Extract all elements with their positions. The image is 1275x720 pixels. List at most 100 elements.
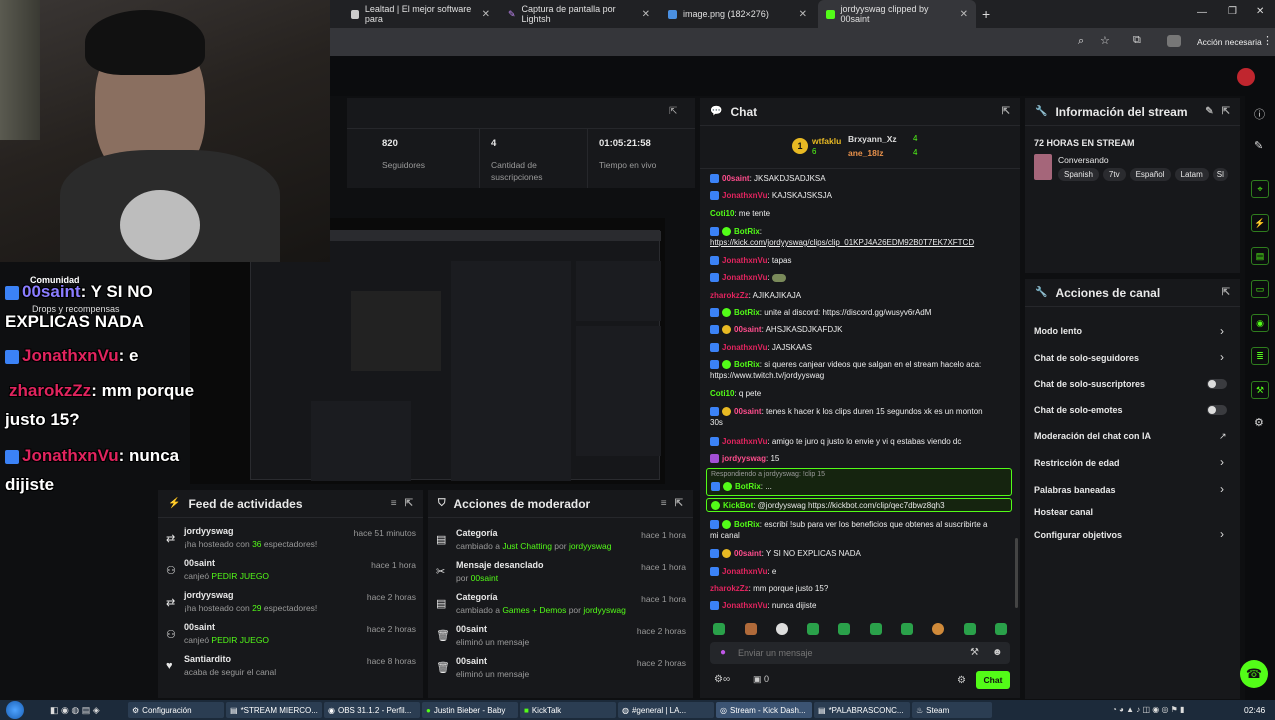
third-gifter[interactable]: ane_18lz (848, 148, 883, 158)
taskbar-item[interactable]: ■ KickTalk (520, 702, 616, 718)
profile-avatar[interactable] (1167, 35, 1181, 47)
browser-tab-active[interactable]: jordyyswag clipped by 00saint ✕ (818, 0, 976, 28)
popout-icon[interactable]: ⇱ (1222, 106, 1230, 117)
browser-tab[interactable]: ✎ Captura de pantalla por Lightsh ✕ (500, 0, 658, 28)
popout-icon[interactable]: ⇱ (1002, 106, 1010, 117)
chat-input-box[interactable]: ● ⚒ ☻ (710, 642, 1010, 664)
tag[interactable]: Spanish (1058, 168, 1099, 181)
chevron-right-icon[interactable]: › (1220, 482, 1224, 496)
emotes-only-toggle[interactable] (1207, 405, 1227, 415)
layers-icon[interactable]: ≣ (1251, 347, 1269, 365)
chat-message: Coti10: q pete (710, 389, 762, 398)
star-icon[interactable]: ☆ (1100, 34, 1110, 47)
emote-icon[interactable] (964, 623, 976, 635)
loop-icon[interactable]: ⚙∞ (714, 674, 730, 685)
tag[interactable]: Latam (1174, 168, 1209, 181)
age-restriction-item[interactable]: Restricción de edad (1034, 458, 1120, 468)
filter-icon[interactable]: ≡ (391, 498, 397, 509)
popout-icon[interactable]: ⇱ (669, 106, 677, 117)
taskbar-item[interactable]: ▤ *PALABRASCONC... (814, 702, 910, 718)
system-tray-icons[interactable]: ◔ ◕ ▲ ♪ ◫ ◉ ◎ ⚑ ▮ (1112, 705, 1184, 714)
emoji-icon[interactable]: ☻ (992, 647, 1003, 658)
banned-words-item[interactable]: Palabras baneadas (1034, 485, 1116, 495)
chevron-right-icon[interactable]: › (1220, 324, 1224, 338)
action-needed-label[interactable]: Acción necesaria (1197, 37, 1262, 47)
edit-icon[interactable]: ✎ (1205, 106, 1213, 117)
chat-message-cont[interactable]: https://www.twitch.tv/jordyyswag (710, 370, 1010, 381)
overlay-line: justo 15? (5, 410, 80, 429)
second-gifter[interactable]: Brxyann_Xz (848, 134, 897, 144)
user-avatar[interactable] (1237, 68, 1255, 86)
taskbar-item[interactable]: ● Justin Bieber - Baby (422, 702, 518, 718)
tag[interactable]: Sl (1212, 168, 1228, 181)
extensions-icon[interactable]: ⧉ (1133, 34, 1141, 47)
emote-icon[interactable] (807, 623, 819, 635)
broadcast-icon[interactable]: ◉ (1251, 314, 1269, 332)
top-gifter-name[interactable]: wtfaklu (812, 136, 841, 146)
chat-icon[interactable]: ▭ (1251, 280, 1269, 298)
send-chat-button[interactable]: Chat (976, 671, 1010, 689)
overlay-line: dijiste (5, 475, 55, 494)
chat-link[interactable]: https://kick.com/jordyyswag/clips/clip_0… (710, 237, 1010, 248)
new-tab-icon[interactable]: + (982, 6, 990, 22)
close-icon[interactable]: ✕ (960, 9, 968, 20)
close-window-icon[interactable]: ✕ (1256, 6, 1264, 17)
browser-tab[interactable]: Lealtad | El mejor software para ✕ (343, 0, 498, 28)
emote-icon[interactable] (713, 623, 725, 635)
filter-icon[interactable]: ≡ (661, 498, 667, 509)
followers-only-item[interactable]: Chat de solo-seguidores (1034, 353, 1139, 363)
close-icon[interactable]: ✕ (799, 9, 807, 20)
taskbar-item[interactable]: ◉ OBS 31.1.2 - Perfil... (324, 702, 420, 718)
translate-icon[interactable]: ⚒ (970, 647, 979, 658)
bolt-icon[interactable]: ⚡ (1251, 214, 1269, 232)
configure-goals-item[interactable]: Configurar objetivos (1034, 530, 1122, 540)
taskbar-item-active[interactable]: ◎ Stream - Kick Dash... (716, 702, 812, 718)
taskbar-item[interactable]: ◍ #general | LA... (618, 702, 714, 718)
taskbar-item[interactable]: ♨ Steam (912, 702, 992, 718)
emote-icon[interactable] (995, 623, 1007, 635)
taskbar-item[interactable]: ⚙ Configuración (128, 702, 224, 718)
popout-icon[interactable]: ⇱ (675, 498, 683, 509)
emote-icon[interactable] (870, 623, 882, 635)
slow-mode-item[interactable]: Modo lento (1034, 326, 1082, 336)
popout-icon[interactable]: ⇱ (1222, 287, 1230, 298)
menu-dots-icon[interactable]: ⋮ (1262, 34, 1273, 47)
points-display[interactable]: ▣ 0 (753, 674, 769, 685)
reply-message-box: Respondiendo a jordyyswag: !clip 15 BotR… (706, 468, 1012, 496)
popout-icon[interactable]: ⇱ (405, 498, 413, 509)
emote-icon[interactable] (776, 623, 788, 635)
focus-icon[interactable]: ⌖ (1251, 180, 1269, 198)
minimize-icon[interactable]: — (1197, 7, 1207, 18)
close-icon[interactable]: ✕ (482, 9, 490, 20)
maximize-icon[interactable]: ❐ (1228, 6, 1237, 17)
close-icon[interactable]: ✕ (642, 9, 650, 20)
help-chat-icon[interactable]: ☎ (1240, 660, 1268, 688)
settings-icon[interactable]: ⚙ (957, 675, 966, 686)
emote-icon[interactable] (932, 623, 944, 635)
ai-moderation-item[interactable]: Moderación del chat con IA (1034, 431, 1151, 441)
pencil-icon[interactable]: ✎ (1254, 139, 1263, 152)
chevron-right-icon[interactable]: › (1220, 455, 1224, 469)
subs-only-toggle[interactable] (1207, 379, 1227, 389)
tag[interactable]: 7tv (1102, 168, 1126, 181)
settings-icon[interactable]: ⚙ (1254, 416, 1264, 429)
taskbar-item[interactable]: ▤ *STREAM MIERCO... (226, 702, 322, 718)
chevron-right-icon[interactable]: › (1220, 350, 1224, 364)
external-link-icon[interactable]: ↗ (1219, 431, 1227, 442)
chevron-right-icon[interactable]: › (1220, 527, 1224, 541)
emote-icon[interactable] (838, 623, 850, 635)
start-button-icon[interactable] (6, 701, 24, 719)
info-icon[interactable]: ⓘ (1254, 106, 1265, 122)
tag[interactable]: Español (1129, 168, 1171, 181)
chat-scrollbar[interactable] (1015, 538, 1018, 608)
chat-input[interactable] (738, 645, 958, 661)
wrench-icon[interactable]: ⚒ (1251, 381, 1269, 399)
browser-tab[interactable]: image.png (182×276) ✕ (660, 0, 815, 28)
emote-icon[interactable] (745, 623, 757, 635)
zoom-icon[interactable]: ⌕ (1078, 35, 1084, 48)
clipboard-icon[interactable]: ▤ (1251, 247, 1269, 265)
host-channel-item[interactable]: Hostear canal (1034, 507, 1093, 517)
emote-icon[interactable] (901, 623, 913, 635)
obs-icon: ◉ (328, 705, 335, 715)
pinned-apps-icons[interactable]: ◧ ◉ ◍ ▤ ◈ (50, 705, 100, 716)
